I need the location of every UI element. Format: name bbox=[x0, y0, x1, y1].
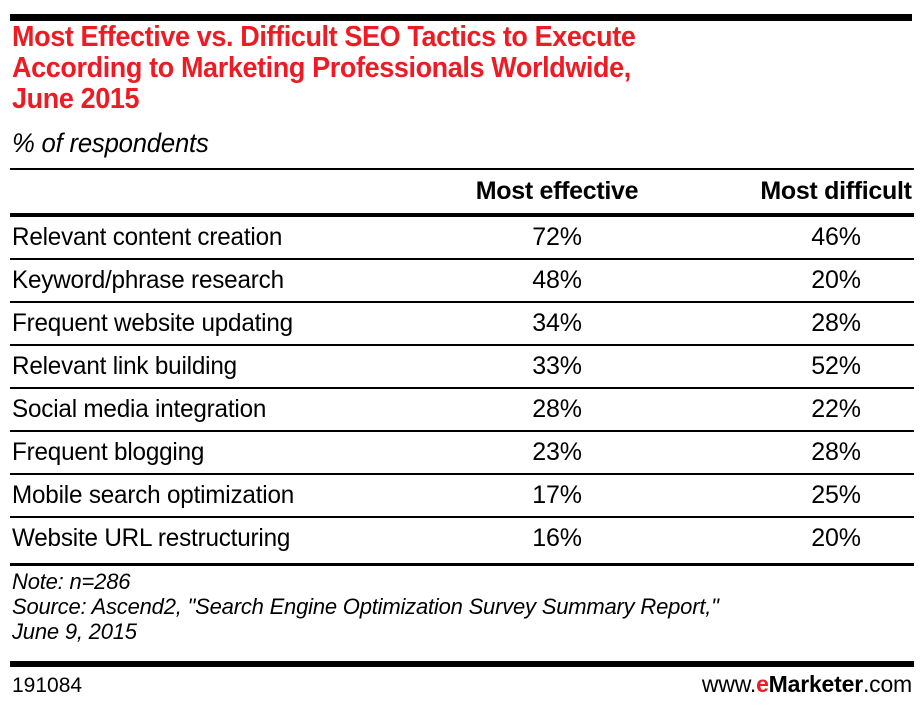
data-table: Most effective Most difficult Relevant c… bbox=[0, 176, 922, 552]
row-value-most-difficult: 20% bbox=[811, 524, 861, 552]
table-row: Frequent blogging 23% 28% bbox=[0, 432, 922, 475]
page-title-line-3: June 2015 bbox=[12, 83, 140, 115]
row-value-most-difficult: 28% bbox=[811, 309, 861, 337]
row-value-most-effective: 72% bbox=[532, 223, 582, 251]
row-label: Mobile search optimization bbox=[12, 481, 295, 509]
page-subtitle: % of respondents bbox=[12, 128, 209, 158]
chart-page: Most Effective vs. Difficult SEO Tactics… bbox=[0, 0, 922, 706]
top-rule bbox=[10, 14, 912, 21]
row-value-most-difficult: 46% bbox=[811, 223, 861, 251]
row-label: Relevant content creation bbox=[12, 223, 283, 251]
row-value-most-effective: 17% bbox=[532, 481, 582, 509]
row-value-most-effective: 28% bbox=[532, 395, 582, 423]
table-row: Relevant link building 33% 52% bbox=[0, 346, 922, 389]
source-line-1: Source: Ascend2, "Search Engine Optimiza… bbox=[12, 594, 719, 619]
row-value-most-effective: 33% bbox=[532, 352, 582, 380]
row-value-most-effective: 34% bbox=[532, 309, 582, 337]
brand-www-text: www. bbox=[701, 671, 757, 697]
row-value-most-difficult: 22% bbox=[811, 395, 861, 423]
chart-notes: Note: n=286 Source: Ascend2, "Search Eng… bbox=[12, 569, 912, 644]
note-line: Note: n=286 bbox=[12, 569, 131, 594]
row-value-most-effective: 16% bbox=[532, 524, 582, 552]
table-row: Website URL restructuring 16% 20% bbox=[0, 518, 922, 561]
page-title-line-2: According to Marketing Professionals Wor… bbox=[12, 52, 631, 84]
column-header-most-difficult: Most difficult bbox=[760, 177, 912, 205]
row-label: Frequent website updating bbox=[12, 309, 293, 337]
table-row: Mobile search optimization 17% 25% bbox=[0, 475, 922, 518]
column-header-most-effective: Most effective bbox=[475, 177, 639, 205]
brand-e-letter: e bbox=[756, 671, 769, 697]
table-row: Keyword/phrase research 48% 20% bbox=[0, 260, 922, 303]
brand-com-text: .com bbox=[862, 671, 912, 697]
row-label: Relevant link building bbox=[12, 352, 237, 380]
row-label: Keyword/phrase research bbox=[12, 266, 284, 294]
table-bottom-rule bbox=[10, 563, 914, 566]
row-label: Website URL restructuring bbox=[12, 524, 291, 552]
page-title-line-1: Most Effective vs. Difficult SEO Tactics… bbox=[12, 21, 636, 53]
emarketer-brand: www.eMarketer.com bbox=[702, 671, 912, 697]
row-value-most-effective: 23% bbox=[532, 438, 582, 466]
page-title: Most Effective vs. Difficult SEO Tactics… bbox=[12, 22, 840, 115]
footer-rule bbox=[10, 661, 914, 667]
row-value-most-difficult: 20% bbox=[811, 266, 861, 294]
row-label: Frequent blogging bbox=[12, 438, 205, 466]
brand-marketer-text: Marketer bbox=[768, 671, 863, 697]
chart-id: 191084 bbox=[12, 674, 83, 697]
table-row: Relevant content creation 72% 46% bbox=[0, 217, 922, 260]
source-line-2: June 9, 2015 bbox=[12, 619, 137, 644]
table-row: Frequent website updating 34% 28% bbox=[0, 303, 922, 346]
row-value-most-effective: 48% bbox=[532, 266, 582, 294]
table-row: Social media integration 28% 22% bbox=[0, 389, 922, 432]
table-body: Relevant content creation 72% 46% Keywor… bbox=[0, 217, 922, 561]
row-value-most-difficult: 25% bbox=[811, 481, 861, 509]
header-separator-rule bbox=[10, 213, 914, 217]
table-header-row: Most effective Most difficult bbox=[0, 176, 922, 214]
row-value-most-difficult: 28% bbox=[811, 438, 861, 466]
row-label: Social media integration bbox=[12, 395, 267, 423]
subtitle-rule bbox=[10, 168, 914, 170]
row-value-most-difficult: 52% bbox=[811, 352, 861, 380]
